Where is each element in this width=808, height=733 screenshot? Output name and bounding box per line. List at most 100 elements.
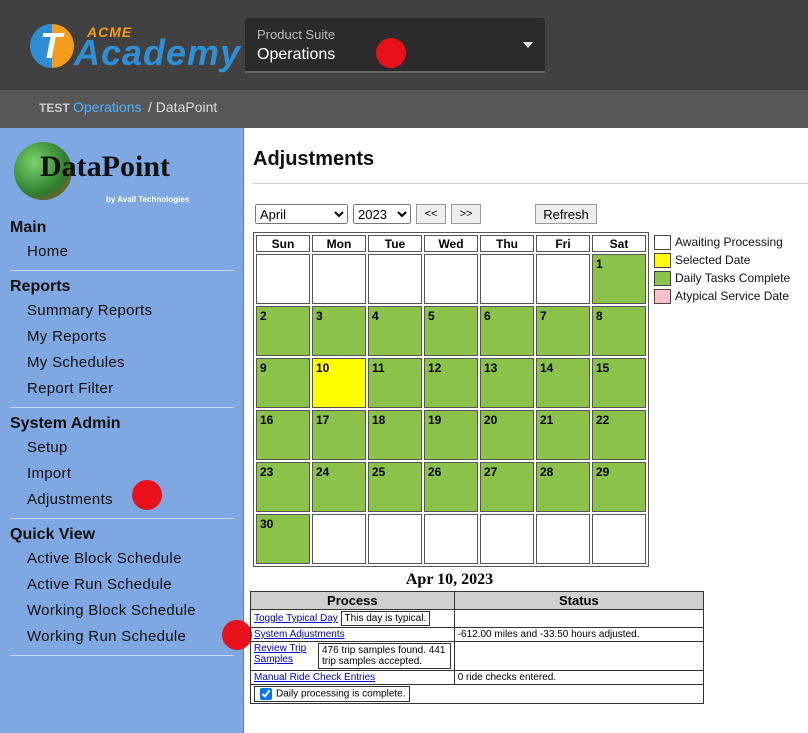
calendar-day-cell[interactable]: 29 (592, 462, 646, 512)
calendar-day-cell[interactable]: 24 (312, 462, 366, 512)
calendar-day-cell[interactable]: 2 (256, 306, 310, 356)
sidebar-item-setup[interactable]: Setup (10, 435, 234, 461)
calendar-day-cell[interactable]: 3 (312, 306, 366, 356)
daily-complete-box: Daily processing is complete. (254, 686, 410, 702)
daily-complete-checkbox[interactable] (260, 688, 272, 700)
environment-label: TEST (39, 101, 70, 115)
breadcrumb-link-operations[interactable]: Operations (73, 99, 141, 115)
calendar-empty-cell (480, 254, 534, 304)
calendar-day-cell[interactable]: 15 (592, 358, 646, 408)
divider (10, 518, 234, 519)
table-row: Manual Ride Check Entries 0 ride checks … (250, 670, 705, 685)
calendar-day-cell[interactable]: 27 (480, 462, 534, 512)
refresh-button[interactable]: Refresh (535, 204, 597, 224)
trip-samples-note: 476 trip samples found. 441 trip samples… (318, 643, 451, 669)
process-cell: System Adjustments (250, 627, 455, 642)
process-cell: Toggle Typical Day This day is typical. (250, 609, 455, 628)
calendar-empty-cell (480, 514, 534, 564)
status-cell: 0 ride checks entered. (453, 670, 705, 685)
calendar-day-cell[interactable]: 23 (256, 462, 310, 512)
calendar-day-cell[interactable]: 9 (256, 358, 310, 408)
calendar-day-cell[interactable]: 16 (256, 410, 310, 460)
datapoint-logo-word: DataPoint (40, 150, 170, 183)
legend-label: Selected Date (675, 253, 751, 267)
calendar-day-cell[interactable]: 6 (480, 306, 534, 356)
table-row: Review Trip Samples 476 trip samples fou… (250, 641, 705, 671)
month-select[interactable]: April (255, 204, 348, 224)
sidebar-item-import[interactable]: Import (10, 461, 234, 487)
sidebar-item-working-block-schedule[interactable]: Working Block Schedule (10, 598, 234, 624)
daily-complete-label: Daily processing is complete. (276, 688, 406, 700)
sidebar-item-home[interactable]: Home (10, 239, 234, 265)
calendar-day-cell[interactable]: 7 (536, 306, 590, 356)
calendar-day-cell[interactable]: 19 (424, 410, 478, 460)
status-cell (453, 609, 705, 628)
calendar-day-cell[interactable]: 21 (536, 410, 590, 460)
calendar-empty-cell (424, 254, 478, 304)
nav-section-quick-view: Quick View Active Block Schedule Active … (10, 526, 234, 656)
toggle-typical-day-link[interactable]: Toggle Typical Day (254, 613, 338, 624)
weekday-header: Wed (424, 235, 478, 252)
calendar-day-cell[interactable]: 10 (312, 358, 366, 408)
product-suite-label: Product Suite (257, 27, 336, 42)
legend-swatch (654, 288, 671, 304)
datapoint-logo-byline: by Avail Technologies (106, 195, 190, 204)
calendar-day-cell[interactable]: 18 (368, 410, 422, 460)
sidebar-item-summary-reports[interactable]: Summary Reports (10, 298, 234, 324)
legend-label: Daily Tasks Complete (675, 271, 791, 285)
sidebar-item-active-block-schedule[interactable]: Active Block Schedule (10, 546, 234, 572)
year-select[interactable]: 2023 (353, 204, 411, 224)
legend-swatch (654, 252, 671, 268)
calendar-day-cell[interactable]: 13 (480, 358, 534, 408)
calendar-week-row: 1 (256, 254, 646, 304)
calendar-day-cell[interactable]: 12 (424, 358, 478, 408)
legend-item: Awaiting Processing (654, 233, 790, 251)
sidebar-item-my-reports[interactable]: My Reports (10, 324, 234, 350)
calendar-day-cell[interactable]: 11 (368, 358, 422, 408)
previous-month-button[interactable]: << (416, 204, 446, 224)
sidebar-item-adjustments[interactable]: Adjustments (10, 487, 234, 513)
calendar-week-row: 9 10 11 12 13 14 15 (256, 358, 646, 408)
calendar-day-cell[interactable]: 26 (424, 462, 478, 512)
next-month-button[interactable]: >> (451, 204, 481, 224)
calendar-empty-cell (368, 514, 422, 564)
review-trip-samples-link[interactable]: Review Trip Samples (254, 643, 318, 669)
academy-badge-icon: T (30, 24, 74, 68)
calendar-day-cell[interactable]: 20 (480, 410, 534, 460)
page-title: Adjustments (253, 148, 375, 170)
datapoint-logo: DataPoint by Avail Technologies (14, 140, 209, 210)
table-row: Toggle Typical Day This day is typical. (250, 609, 705, 628)
divider (253, 183, 808, 184)
system-adjustments-link[interactable]: System Adjustments (254, 629, 345, 640)
calendar-legend: Awaiting Processing Selected Date Daily … (654, 233, 790, 305)
calendar-day-cell[interactable]: 1 (592, 254, 646, 304)
sidebar-item-working-run-schedule[interactable]: Working Run Schedule (10, 624, 234, 650)
legend-item: Selected Date (654, 251, 790, 269)
sidebar-item-report-filter[interactable]: Report Filter (10, 376, 234, 402)
weekday-header: Sun (256, 235, 310, 252)
process-column-header: Process (250, 591, 455, 610)
calendar-day-cell[interactable]: 14 (536, 358, 590, 408)
logo-academy-text: Academy (74, 32, 242, 73)
manual-ride-check-entries-link[interactable]: Manual Ride Check Entries (254, 672, 375, 683)
academy-logo[interactable]: T ACME Academy (30, 18, 240, 73)
calendar-day-cell[interactable]: 22 (592, 410, 646, 460)
calendar-day-cell[interactable]: 30 (256, 514, 310, 564)
typical-day-note: This day is typical. (340, 611, 431, 626)
calendar-day-cell[interactable]: 28 (536, 462, 590, 512)
legend-item: Daily Tasks Complete (654, 269, 790, 287)
calendar-day-cell[interactable]: 8 (592, 306, 646, 356)
calendar-day-cell[interactable]: 17 (312, 410, 366, 460)
calendar-day-cell[interactable]: 5 (424, 306, 478, 356)
red-marker-dot (376, 38, 406, 68)
process-cell: Manual Ride Check Entries (250, 670, 455, 685)
calendar-empty-cell (536, 254, 590, 304)
status-cell: -612.00 miles and -33.50 hours adjusted. (453, 627, 705, 642)
calendar-day-cell[interactable]: 4 (368, 306, 422, 356)
divider (10, 407, 234, 408)
calendar-week-row: 23 24 25 26 27 28 29 (256, 462, 646, 512)
nav-section-system-admin: System Admin Setup Import Adjustments (10, 415, 234, 519)
sidebar-item-active-run-schedule[interactable]: Active Run Schedule (10, 572, 234, 598)
sidebar-item-my-schedules[interactable]: My Schedules (10, 350, 234, 376)
calendar-day-cell[interactable]: 25 (368, 462, 422, 512)
